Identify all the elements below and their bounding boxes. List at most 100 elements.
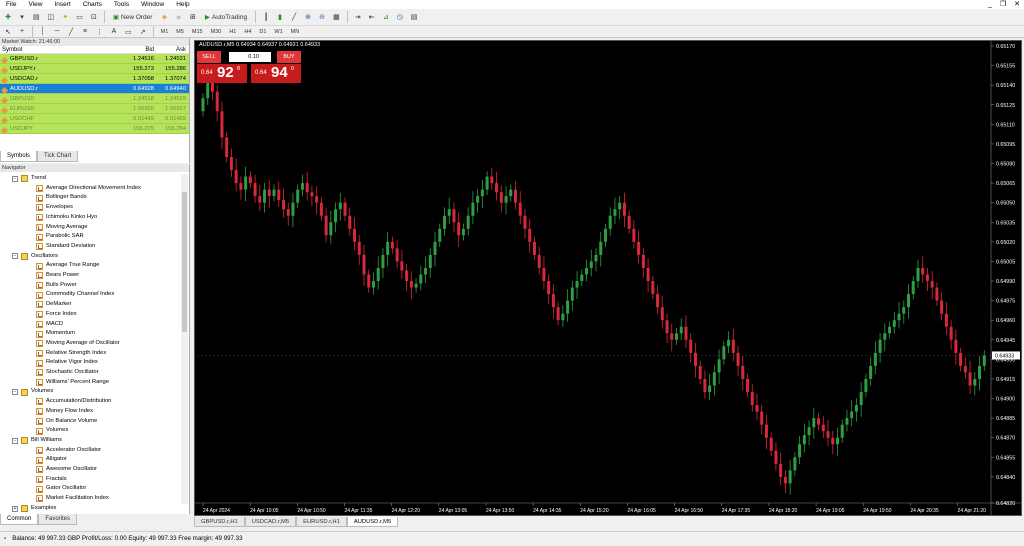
market-watch-row[interactable]: USDCAD.r 1.37058 1.37074 <box>0 74 189 84</box>
text-icon[interactable]: A <box>108 25 120 38</box>
navigator-indicator[interactable]: Force Index <box>36 310 77 320</box>
chart-window[interactable]: 0.65170 0.65155 0.65140 0.65125 0.65110 0.650… <box>194 40 1022 516</box>
chart-tab[interactable]: EURUSD.r,H1 <box>296 517 347 527</box>
menu-view[interactable]: View <box>22 0 48 9</box>
candlestick-icon[interactable]: ▮ <box>274 11 286 24</box>
navigator-indicator[interactable]: Average Directional Movement Index <box>36 184 141 194</box>
sell-button[interactable]: SELL <box>197 51 221 63</box>
chart-tab[interactable]: AUDUSD.r,M5 <box>346 517 399 527</box>
market-watch-row[interactable]: USDJPY.r 155.273 155.286 <box>0 64 189 74</box>
indicators-icon[interactable]: ⊿ <box>380 11 392 24</box>
terminal-icon[interactable]: ▭ <box>73 11 86 24</box>
navigator-indicator[interactable]: Williams' Percent Range <box>36 378 109 388</box>
menu-insert[interactable]: Insert <box>48 0 76 9</box>
timeframe-m5[interactable]: M5 <box>173 27 187 37</box>
menu-tools[interactable]: Tools <box>108 0 135 9</box>
fibonacci-icon[interactable]: ⋮ <box>93 25 106 38</box>
timeframe-m30[interactable]: M30 <box>208 27 225 37</box>
navigator-indicator[interactable]: Relative Vigor Index <box>36 358 98 368</box>
navigator-folder[interactable]: + Examples <box>12 504 56 514</box>
navigator-indicator[interactable]: Money Flow Index <box>36 407 93 417</box>
tab-favorites[interactable]: Favorites <box>38 514 78 525</box>
navigator-indicator[interactable]: Market Facilitation Index <box>36 494 109 504</box>
label-icon[interactable]: ▭ <box>122 25 135 38</box>
timeframe-d1[interactable]: D1 <box>256 27 269 37</box>
market-watch-icon[interactable]: ▤ <box>30 11 43 24</box>
navigator-indicator[interactable]: Bears Power <box>36 271 79 281</box>
tab-symbols[interactable]: Symbols <box>0 151 38 162</box>
market-watch-row[interactable]: USDCHF 0.91449 0.91459 <box>0 114 189 124</box>
col-symbol[interactable]: Symbol <box>0 46 118 53</box>
menu-window[interactable]: Window <box>135 0 170 9</box>
tile-windows-icon[interactable]: ▦ <box>330 11 343 24</box>
menu-file[interactable]: File <box>0 0 22 9</box>
scroll-thumb[interactable] <box>182 192 187 332</box>
navigator-indicator[interactable]: On Balance Volume <box>36 417 97 427</box>
strategy-tester-icon[interactable]: ⊡ <box>88 11 100 24</box>
navigator-indicator[interactable]: Moving Average <box>36 223 87 233</box>
navigator-indicator[interactable]: Commodity Channel Index <box>36 290 114 300</box>
navigator-indicator[interactable]: Parabolic SAR <box>36 232 84 242</box>
arrows-icon[interactable]: ↗ <box>137 25 149 38</box>
zoom-out-icon[interactable]: ⊖ <box>316 11 328 24</box>
bar-chart-icon[interactable]: ┃ <box>260 11 272 24</box>
sell-price[interactable]: 0.64 92 8 <box>197 64 247 83</box>
navigator-indicator[interactable]: Volumes <box>36 426 68 436</box>
minimize-button[interactable]: _ <box>988 0 992 9</box>
restore-button[interactable]: ❐ <box>1000 0 1006 9</box>
navigator-indicator[interactable]: Gator Oscillator <box>36 484 86 494</box>
navigator-indicator[interactable]: Momentum <box>36 329 75 339</box>
expand-toggle-icon[interactable]: − <box>12 175 18 182</box>
navigator-indicator[interactable]: Stochastic Oscillator <box>36 368 99 378</box>
chart-tab[interactable]: USDCAD.r,M5 <box>244 517 297 527</box>
market-watch-row[interactable]: EURUSD 1.06920 1.06927 <box>0 104 189 114</box>
navigator-indicator[interactable]: Bollinger Bands <box>36 193 87 203</box>
navigator-scrollbar[interactable] <box>181 174 188 504</box>
crosshair-icon[interactable]: + <box>16 25 28 38</box>
expand-toggle-icon[interactable]: + <box>12 505 18 512</box>
line-chart-icon[interactable]: ╱ <box>288 11 300 24</box>
vertical-line-icon[interactable]: │ <box>37 25 49 38</box>
volume-field[interactable]: 0.10 <box>229 52 271 62</box>
periods-icon[interactable]: ◷ <box>394 11 406 24</box>
chart-shift-icon[interactable]: ⇤ <box>366 11 378 24</box>
trendline-icon[interactable]: ╱ <box>65 25 77 38</box>
profiles-icon[interactable]: ▾ <box>16 11 28 24</box>
market-watch-row[interactable]: GBPUSD 1.24518 1.24529 <box>0 94 189 104</box>
timeframe-h4[interactable]: H4 <box>241 27 254 37</box>
buy-price[interactable]: 0.64 94 0 <box>251 64 301 83</box>
navigator-folder[interactable]: − Bill Williams <box>12 436 62 446</box>
navigator-indicator[interactable]: Average True Range <box>36 261 99 271</box>
close-button[interactable]: ✕ <box>1014 0 1020 9</box>
navigator-indicator[interactable]: Standard Deviation <box>36 242 95 252</box>
market-watch-row[interactable]: GBPUSD.r 1.24516 1.24531 <box>0 54 189 64</box>
zoom-in-icon[interactable]: ⊕ <box>302 11 314 24</box>
new-order-button[interactable]: ▣ New Order <box>109 11 157 24</box>
navigator-folder[interactable]: − Volumes <box>12 387 53 397</box>
col-ask[interactable]: Ask <box>154 46 188 53</box>
navigator-indicator[interactable]: Ichimoku Kinko Hyo <box>36 213 97 223</box>
cursor-icon[interactable]: ↖ <box>2 25 14 38</box>
expand-toggle-icon[interactable]: − <box>12 437 18 444</box>
menu-help[interactable]: Help <box>170 0 195 9</box>
navigator-icon[interactable]: ✦ <box>59 11 71 24</box>
market-watch-row[interactable]: USDJPY 155.275 155.284 <box>0 124 189 134</box>
tab-common[interactable]: Common <box>0 514 39 525</box>
chart-tab[interactable]: GBPUSD.r,H1 <box>194 517 245 527</box>
navigator-indicator[interactable]: Awesome Oscillator <box>36 465 97 475</box>
timeframe-m15[interactable]: M15 <box>189 27 206 37</box>
expand-toggle-icon[interactable]: − <box>12 253 18 260</box>
navigator-indicator[interactable]: Relative Strength Index <box>36 349 106 359</box>
menu-charts[interactable]: Charts <box>77 0 108 9</box>
navigator-indicator[interactable]: Alligator <box>36 455 67 465</box>
navigator-indicator[interactable]: Moving Average of Oscillator <box>36 339 120 349</box>
market-watch-row[interactable]: AUDUSD.r 0.64928 0.64940 <box>0 84 189 94</box>
navigator-indicator[interactable]: Bulls Power <box>36 281 77 291</box>
navigator-folder[interactable]: − Oscillators <box>12 252 58 262</box>
buy-button[interactable]: BUY <box>277 51 301 63</box>
new-chart-icon[interactable]: ✚ <box>2 11 14 24</box>
horizontal-line-icon[interactable]: ─ <box>51 25 63 38</box>
autoscroll-icon[interactable]: ⇥ <box>352 11 364 24</box>
navigator-folder[interactable]: − Trend <box>12 174 46 184</box>
data-window-icon[interactable]: ◫ <box>45 11 58 24</box>
